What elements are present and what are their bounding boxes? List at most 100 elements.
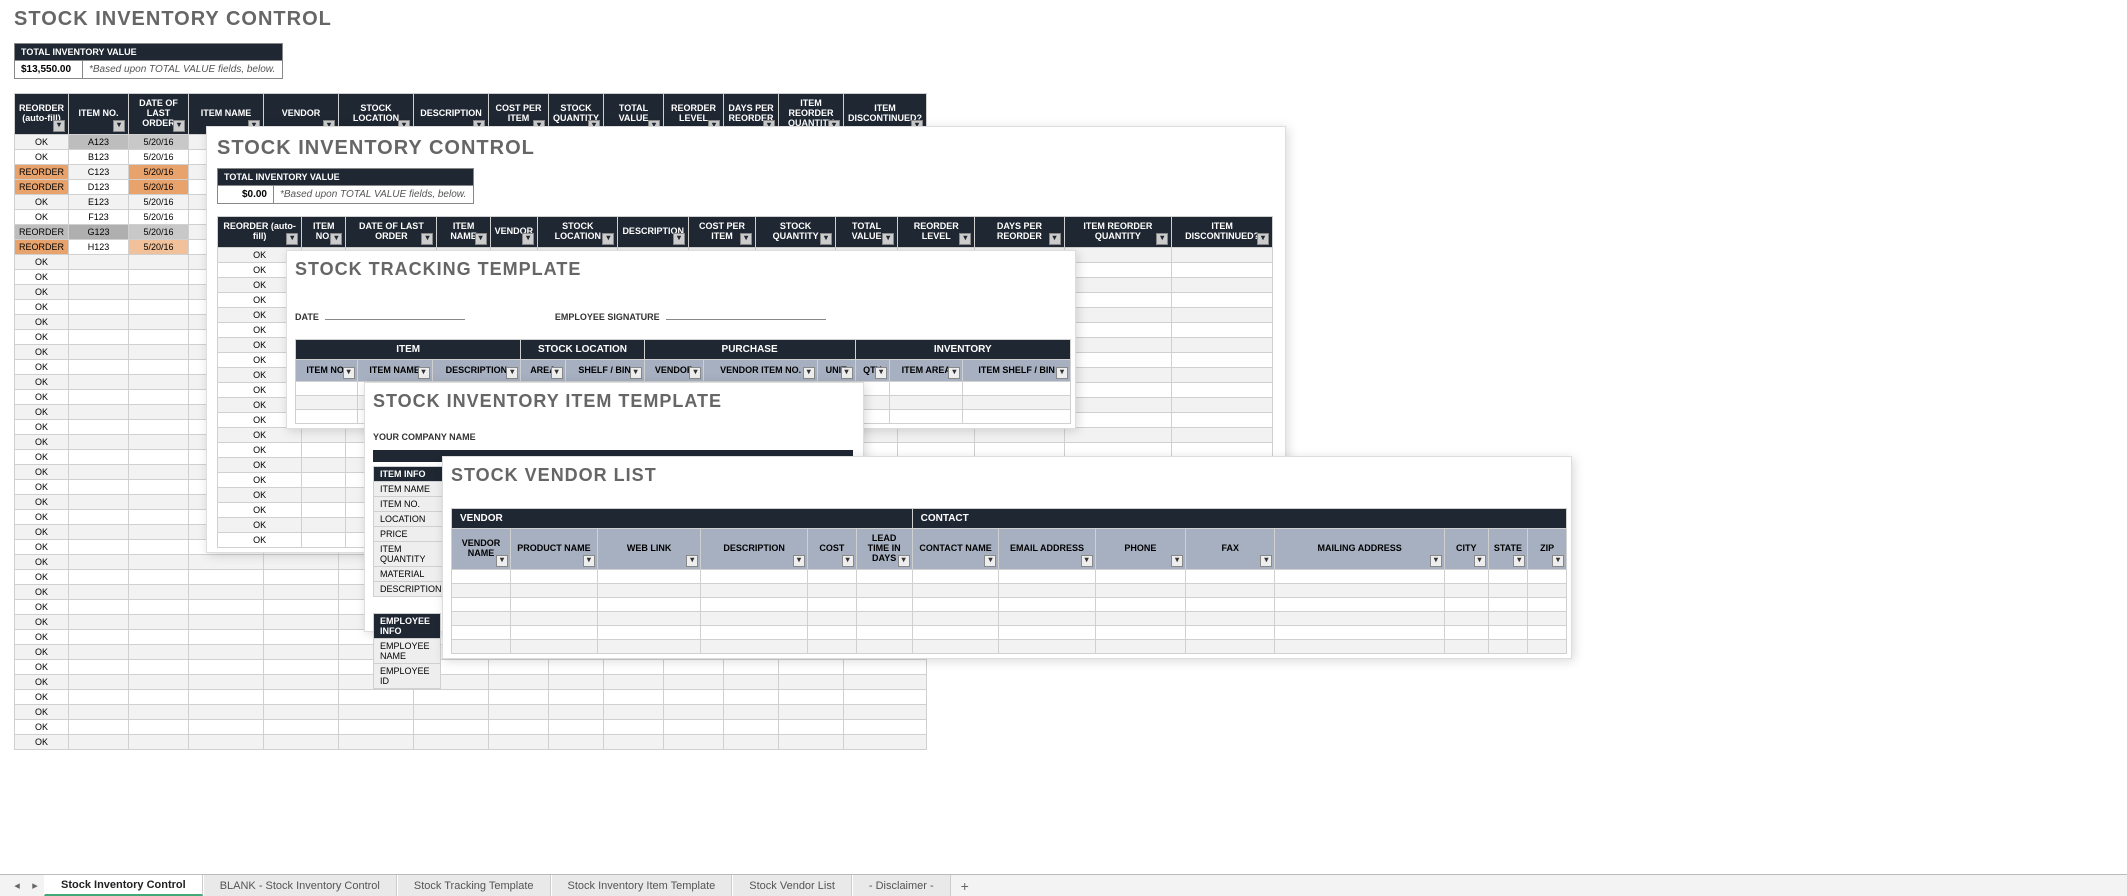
cell[interactable] [1064,383,1172,398]
cell[interactable] [69,420,129,435]
cell[interactable] [129,465,189,480]
cell[interactable] [69,315,129,330]
cell[interactable] [339,720,414,735]
cell[interactable] [264,660,339,675]
cell[interactable] [1064,428,1172,443]
cell[interactable] [1186,626,1275,640]
cell[interactable] [808,612,857,626]
cell[interactable] [844,690,927,705]
cell[interactable] [129,570,189,585]
cell[interactable] [1488,570,1528,584]
cell[interactable] [1172,353,1273,368]
cell[interactable] [890,410,963,424]
cell[interactable] [1186,612,1275,626]
cell[interactable] [264,615,339,630]
cell[interactable] [129,555,189,570]
cell[interactable] [129,480,189,495]
cell[interactable] [701,640,808,654]
cell[interactable] [808,570,857,584]
sub-header[interactable]: SHELF / BIN [565,360,644,382]
cell[interactable] [808,598,857,612]
cell[interactable] [302,458,346,473]
col-header[interactable]: DAYS PER REORDER [975,217,1064,248]
cell[interactable] [1275,570,1444,584]
cell[interactable] [1275,598,1444,612]
cell[interactable] [701,612,808,626]
cell[interactable] [1186,570,1275,584]
cell[interactable] [129,300,189,315]
cell[interactable] [808,640,857,654]
cell[interactable] [69,345,129,360]
cell[interactable] [1275,626,1444,640]
cell[interactable] [69,435,129,450]
cell[interactable] [339,690,414,705]
cell[interactable] [69,585,129,600]
cell[interactable] [414,735,489,750]
date-field[interactable] [325,308,465,320]
cell[interactable] [69,690,129,705]
cell[interactable] [129,525,189,540]
signature-field[interactable] [666,308,826,320]
cell[interactable] [129,405,189,420]
cell[interactable] [999,598,1095,612]
cell[interactable] [779,705,844,720]
cell[interactable] [69,480,129,495]
cell[interactable] [597,598,700,612]
cell[interactable] [1488,584,1528,598]
cell[interactable] [69,645,129,660]
cell[interactable] [701,570,808,584]
cell[interactable] [129,630,189,645]
cell[interactable] [999,626,1095,640]
cell[interactable] [1064,413,1172,428]
cell[interactable] [856,626,912,640]
cell[interactable] [69,450,129,465]
cell[interactable] [129,360,189,375]
cell[interactable] [452,640,511,654]
cell[interactable] [264,690,339,705]
cell[interactable] [302,473,346,488]
cell[interactable] [189,705,264,720]
sub-header[interactable]: CONTACT NAME [912,529,999,570]
cell[interactable] [296,382,358,396]
cell[interactable] [129,690,189,705]
cell[interactable] [999,612,1095,626]
cell[interactable] [1064,353,1172,368]
cell[interactable] [549,735,604,750]
cell[interactable] [189,645,264,660]
cell[interactable] [1172,278,1273,293]
cell[interactable] [604,705,664,720]
cell[interactable] [129,255,189,270]
sub-header[interactable]: ITEM AREA [890,360,963,382]
cell[interactable] [844,675,927,690]
cell[interactable] [1488,626,1528,640]
cell[interactable] [1488,640,1528,654]
cell[interactable] [664,705,724,720]
tab-next-icon[interactable]: ▸ [26,875,44,896]
cell[interactable] [69,360,129,375]
cell[interactable] [264,675,339,690]
cell[interactable] [1172,248,1273,263]
cell[interactable] [856,640,912,654]
col-header[interactable]: DESCRIPTION [618,217,689,248]
cell[interactable] [779,735,844,750]
cell[interactable] [129,495,189,510]
col-header[interactable]: DATE OF LAST ORDER [129,94,189,135]
sub-header[interactable]: MAILING ADDRESS [1275,529,1444,570]
cell[interactable] [69,525,129,540]
cell[interactable] [844,660,927,675]
cell[interactable] [69,540,129,555]
cell[interactable] [549,720,604,735]
cell[interactable] [664,690,724,705]
cell[interactable] [264,645,339,660]
cell[interactable] [549,690,604,705]
cell[interactable] [1186,584,1275,598]
col-header[interactable]: ITEM REORDER QUANTITY [1064,217,1172,248]
cell[interactable] [1172,383,1273,398]
cell[interactable] [779,675,844,690]
cell[interactable] [1444,570,1488,584]
cell[interactable] [999,640,1095,654]
cell[interactable] [604,690,664,705]
col-header[interactable]: COST PER ITEM [688,217,755,248]
sub-header[interactable]: PHONE [1095,529,1186,570]
cell[interactable] [1172,263,1273,278]
